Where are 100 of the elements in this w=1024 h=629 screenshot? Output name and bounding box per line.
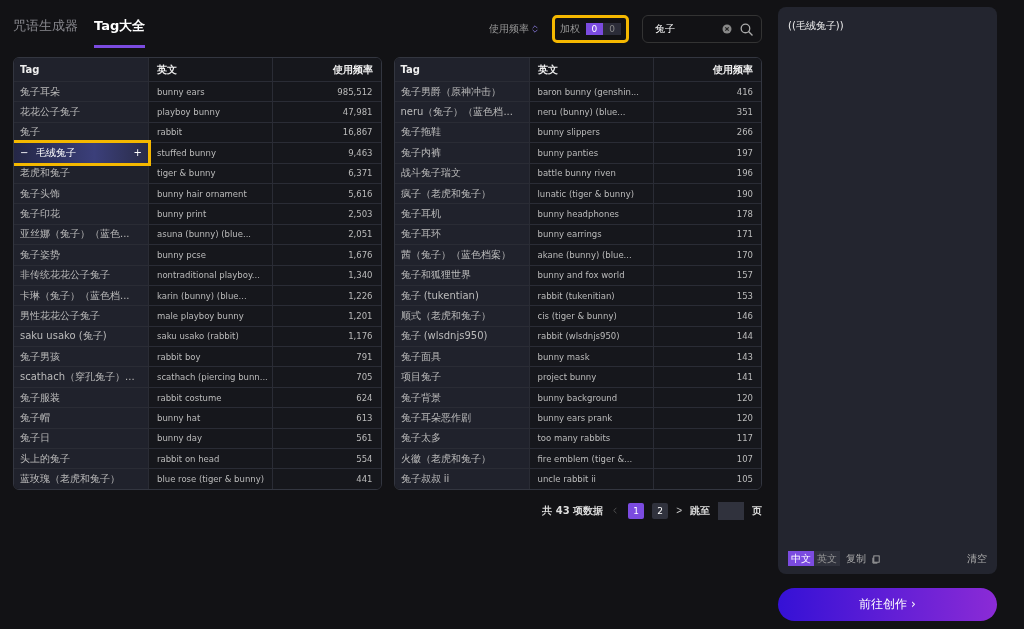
table-cell[interactable]: neru（兔子）（蓝色档... (394, 102, 529, 122)
total-count: 共 43 项数据 (542, 503, 604, 518)
tab[interactable]: 咒语生成器 (13, 10, 78, 48)
table-cell: 141 (652, 367, 761, 387)
table-cell: uncle rabbit ii (528, 469, 653, 489)
search-field[interactable]: 兔子 (653, 22, 714, 36)
table-cell[interactable]: 兔子背景 (394, 387, 529, 408)
clear-button[interactable]: 清空 (967, 552, 987, 566)
table-cell: 120 (652, 408, 761, 428)
table-cell: too many rabbits (528, 428, 653, 449)
plus-button[interactable]: + (133, 147, 142, 159)
weight-option[interactable]: 0 (603, 23, 621, 35)
table-cell[interactable]: 兔子拖鞋 (394, 122, 529, 143)
table-cell[interactable]: 兔子 (wlsdnjs950) (394, 326, 529, 347)
table-cell[interactable]: 头上的兔子 (14, 449, 148, 469)
table-cell: 1,176 (272, 326, 381, 347)
table-cell: akane (bunny) (blue... (528, 245, 653, 265)
page-button[interactable]: 2 (652, 502, 669, 519)
table-cell[interactable]: 兔子叔叔 ii (394, 469, 529, 489)
copy-button[interactable]: 复制 (846, 552, 866, 566)
table-cell[interactable]: 兔子和狐狸世界 (394, 265, 529, 285)
table-cell[interactable]: 火徽（老虎和兔子） (394, 449, 529, 469)
table-cell: 153 (652, 285, 761, 306)
page-button[interactable]: 1 (628, 502, 645, 519)
table-cell[interactable]: 项目兔子 (394, 367, 529, 387)
table-cell: bunny mask (528, 347, 653, 367)
language-toggle[interactable]: 英文 (814, 551, 840, 566)
table-cell[interactable]: 兔子 (tukentian) (394, 285, 529, 306)
weight-control: 加权 0 0 (554, 18, 626, 40)
table-cell: rabbit (tukenitian) (528, 285, 653, 306)
table-cell[interactable]: 战斗兔子瑞文 (394, 163, 529, 183)
table-cell: 9,463 (272, 143, 381, 163)
table-cell: 107 (652, 449, 761, 469)
table-cell[interactable]: 花花公子兔子 (14, 102, 148, 122)
table-cell: 47,981 (272, 102, 381, 122)
table-cell[interactable]: 卡琳（兔子）（蓝色档... (14, 285, 148, 306)
table-cell: 157 (652, 265, 761, 285)
table-cell: neru (bunny) (blue... (528, 102, 653, 122)
table-cell: 1,340 (272, 265, 381, 285)
page-unit: 页 (752, 503, 762, 518)
table-cell[interactable]: saku usako (兔子) (14, 326, 148, 347)
table-cell[interactable]: 兔子印花 (14, 204, 148, 224)
table-cell[interactable]: 兔子服装 (14, 387, 148, 408)
sort-label[interactable]: 使用频率 (488, 22, 529, 36)
table-cell[interactable]: 兔子男孩 (14, 347, 148, 367)
table-cell: stuffed bunny (148, 143, 272, 163)
table-cell: bunny background (528, 387, 653, 408)
table-cell: 705 (272, 367, 381, 387)
table-cell[interactable]: 兔子内裤 (394, 143, 529, 163)
table-cell[interactable]: 兔子太多 (394, 428, 529, 449)
table-cell[interactable]: 茜（兔子）（蓝色档案） (394, 245, 529, 265)
table-cell[interactable]: 兔子帽 (14, 408, 148, 428)
table-cell: 16,867 (272, 122, 381, 143)
table-cell: bunny print (148, 204, 272, 224)
search-icon (740, 22, 753, 36)
table-cell: bunny day (148, 428, 272, 449)
table-cell[interactable]: 兔子 (14, 122, 148, 143)
table-cell: 441 (272, 469, 381, 489)
table-cell: 120 (652, 387, 761, 408)
next-button[interactable]: > (676, 505, 682, 517)
table-cell[interactable]: 兔子姿势 (14, 245, 148, 265)
table-cell: blue rose (tiger & bunny) (148, 469, 272, 489)
table-cell: rabbit boy (148, 347, 272, 367)
table-cell[interactable]: 兔子耳朵恶作剧 (394, 408, 529, 428)
weight-option[interactable]: 0 (585, 23, 604, 35)
table-cell[interactable]: 兔子耳环 (394, 224, 529, 245)
minus-button[interactable]: − (20, 147, 29, 159)
table-cell[interactable]: 兔子男爵（原神冲击） (394, 82, 529, 102)
table-cell: bunny hair ornament (148, 183, 272, 204)
table-cell: 351 (652, 102, 761, 122)
table-cell: tiger & bunny (148, 163, 272, 183)
table-cell[interactable]: 顺式（老虎和兔子） (394, 306, 529, 326)
table-cell[interactable]: 兔子头饰 (14, 183, 148, 204)
language-toggle[interactable]: 中文 (788, 551, 814, 566)
table-cell: bunny panties (528, 143, 653, 163)
column-header: 英文 (528, 58, 653, 81)
table-cell[interactable]: 兔子面具 (394, 347, 529, 367)
table-cell: bunny hat (148, 408, 272, 428)
table-cell: bunny ears prank (528, 408, 653, 428)
column-header: Tag (394, 58, 529, 81)
table-cell[interactable]: 兔子耳朵 (14, 82, 148, 102)
table-cell[interactable]: 兔子耳机 (394, 204, 529, 224)
tag-stepper[interactable]: − 毛绒兔子 + (14, 143, 148, 163)
page-field[interactable] (718, 501, 744, 520)
table-cell[interactable]: 亚丝娜（兔子）（蓝色... (14, 224, 148, 245)
table-cell: 1,201 (272, 306, 381, 326)
table-cell: 178 (652, 204, 761, 224)
table-cell: 105 (652, 469, 761, 489)
prompt-text[interactable]: ((毛绒兔子)) (788, 19, 987, 552)
table-cell: rabbit (148, 122, 272, 143)
create-button[interactable]: 前往创作 › (778, 588, 997, 621)
tab[interactable]: Tag大全 (94, 10, 146, 48)
table-cell[interactable]: 兔子日 (14, 428, 148, 449)
table-cell[interactable]: 非传统花花公子兔子 (14, 265, 148, 285)
column-header: 使用频率 (652, 58, 761, 81)
table-cell[interactable]: 疯子（老虎和兔子） (394, 183, 529, 204)
table-cell[interactable]: 男性花花公子兔子 (14, 306, 148, 326)
table-cell[interactable]: scathach（穿孔兔子）... (14, 367, 148, 387)
table-cell[interactable]: 蓝玫瑰（老虎和兔子） (14, 469, 148, 489)
table-cell: scathach (piercing bunn... (148, 367, 272, 387)
